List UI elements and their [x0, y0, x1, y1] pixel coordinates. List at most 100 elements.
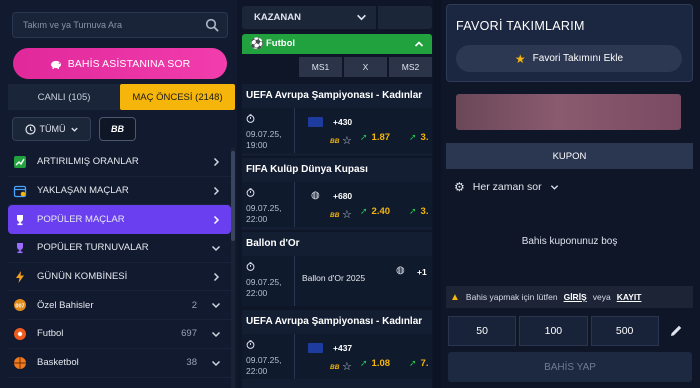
event-body: 09.07.25, 22:00 Ballon d'Or 2025 ◍ +1 — [242, 256, 432, 306]
menu-item-upcoming-matches[interactable]: YAKLAŞAN MAÇLAR — [8, 177, 231, 206]
favorite-star-icon[interactable]: ☆ — [342, 134, 352, 147]
event-date: 09.07.25, — [246, 277, 282, 287]
search-input[interactable] — [13, 13, 203, 37]
more-markets-count[interactable]: +1 — [417, 267, 427, 277]
divider — [294, 182, 295, 227]
odd-value: 3. — [420, 206, 429, 217]
market-label: KAZANAN — [254, 12, 301, 23]
add-favorite-team-button[interactable]: ★ Favori Takımını Ekle — [456, 45, 682, 72]
tab-prematch[interactable]: MAÇ ÖNCESİ (2148) — [120, 84, 235, 110]
bet-builder-filter-button[interactable]: BB — [99, 117, 136, 141]
trophy-icon — [12, 212, 28, 228]
favorite-star-icon[interactable]: ☆ — [342, 360, 352, 373]
sidebar-scrollbar[interactable] — [231, 148, 235, 388]
scrollbar-thumb[interactable] — [231, 151, 235, 241]
menu-item-label: GÜNÜN KOMBİNESİ — [37, 271, 128, 283]
event-card[interactable]: UEFA Avrupa Şampiyonası - Kadınlar 09.07… — [242, 84, 432, 156]
login-warning: ▲ Bahis yapmak için lütfen GİRİŞ veya KA… — [446, 286, 693, 308]
globe-icon: ◍ — [311, 190, 320, 201]
filter-bar: TÜMÜ BB — [12, 117, 136, 141]
event-card[interactable]: Ballon d'Or 09.07.25, 22:00 Ballon d'Or 2… — [242, 232, 432, 306]
gear-icon: ⚙ — [454, 180, 465, 194]
more-markets-count[interactable]: +430 — [333, 117, 352, 127]
more-markets-count[interactable]: +437 — [333, 343, 352, 353]
odd-ms1[interactable]: ➚ 1.08 — [360, 358, 390, 369]
login-link[interactable]: GİRİŞ — [564, 292, 587, 302]
event-date: 09.07.25, — [246, 203, 282, 213]
menu-item-popular-tournaments[interactable]: POPÜLER TURNUVALAR — [8, 234, 231, 263]
menu-item-label: YAKLAŞAN MAÇLAR — [37, 185, 129, 197]
pencil-icon — [671, 325, 682, 336]
odd-x[interactable]: ➚ 7. — [409, 358, 428, 369]
event-card[interactable]: UEFA Avrupa Şampiyonası - Kadınlar 09.07… — [242, 310, 432, 388]
menu-item-label: Futbol — [37, 328, 64, 340]
menu-item-boosted-odds[interactable]: ARTIRILMIŞ ORANLAR — [8, 148, 231, 177]
divider — [376, 6, 378, 29]
search-icon[interactable] — [205, 18, 219, 32]
stake-100-button[interactable]: 100 — [519, 316, 588, 346]
column-header-ms1: MS1 — [299, 57, 342, 77]
odd-ms1[interactable]: ➚ 2.40 — [360, 206, 390, 217]
betting-assistant-label: BAHİS ASİSTANINA SOR — [67, 57, 191, 70]
clock-icon — [246, 340, 255, 349]
stake-50-button[interactable]: 50 — [448, 316, 517, 346]
register-link[interactable]: KAYIT — [617, 292, 642, 302]
empty-coupon-text: Bahis kuponunuz boş — [521, 236, 618, 247]
odds-change-setting[interactable]: ⚙ Her zaman sor — [454, 180, 559, 194]
basketball-icon — [12, 355, 28, 371]
event-time: 19:00 — [246, 140, 268, 150]
menu-item-label: POPÜLER MAÇLAR — [37, 214, 125, 226]
edit-stakes-button[interactable] — [662, 316, 691, 346]
odds-column-headers: MS1 X MS2 — [299, 57, 432, 77]
event-card[interactable]: FIFA Kulüp Dünya Kupası 09.07.25, 22:00 ◍… — [242, 158, 432, 230]
chevron-right-icon — [213, 157, 220, 166]
promo-banner[interactable] — [456, 94, 681, 130]
menu-item-popular-matches[interactable]: POPÜLER MAÇLAR — [8, 205, 231, 235]
clock-icon — [246, 188, 255, 197]
odd-x[interactable]: ➚ 3. — [409, 132, 428, 143]
more-markets-count[interactable]: +680 — [333, 191, 352, 201]
chevron-down-icon — [211, 245, 221, 251]
odds-trend-icon: ➚ — [409, 206, 417, 216]
sport-header-football[interactable]: ⚽ Futbol — [242, 34, 432, 54]
stake-500-button[interactable]: 500 — [590, 316, 659, 346]
menu-item-football[interactable]: Futbol 697 — [8, 320, 231, 349]
betting-assistant-button[interactable]: BAHİS ASİSTANINA SOR — [13, 48, 227, 79]
chevron-up-icon — [414, 41, 424, 47]
lightning-icon — [12, 269, 28, 285]
menu-item-special-bets[interactable]: 007 Özel Bahisler 2 — [8, 291, 231, 321]
odd-value: 1.87 — [371, 132, 391, 143]
tab-coupon[interactable]: KUPON — [446, 143, 693, 169]
menu-item-count: 38 — [186, 357, 197, 369]
bet-builder-icon: BB — [330, 138, 340, 145]
divider — [294, 334, 295, 379]
event-date: 09.07.25, — [246, 129, 282, 139]
star-icon: ★ — [514, 51, 526, 66]
menu-item-combo-of-the-day[interactable]: GÜNÜN KOMBİNESİ — [8, 263, 231, 292]
chevron-down-icon — [550, 184, 558, 190]
tab-live[interactable]: CANLI (105) — [8, 84, 120, 110]
events-scrollbar[interactable] — [433, 0, 441, 388]
clock-icon — [24, 123, 36, 135]
chevron-down-icon — [357, 14, 366, 21]
events-column: KAZANAN ⚽ Futbol MS1 X MS2 UEFA Avrupa Ş… — [241, 0, 433, 388]
odds-trend-icon: ➚ — [409, 132, 417, 142]
menu-item-basketball[interactable]: Basketbol 38 — [8, 349, 231, 378]
clock-icon — [246, 262, 255, 271]
event-body: 09.07.25, 19:00 +430 BB ☆ ➚ 1.87 ➚ 3. — [242, 108, 432, 153]
outright-name: Ballon d'Or 2025 — [302, 273, 366, 283]
event-body: 09.07.25, 22:00 +437 BB ☆ ➚ 1.08 ➚ 7. — [242, 334, 432, 379]
special-bets-icon: 007 — [12, 297, 28, 313]
time-filter-dropdown[interactable]: TÜMÜ — [12, 117, 91, 141]
market-selector[interactable]: KAZANAN — [242, 6, 432, 29]
chevron-right-icon — [213, 272, 220, 281]
menu-item-label: Özel Bahisler — [37, 299, 94, 311]
place-bet-button[interactable]: BAHİS YAP — [448, 352, 692, 382]
football-icon — [12, 326, 28, 342]
odd-x[interactable]: ➚ 3. — [409, 206, 428, 217]
time-filter-label: TÜMÜ — [39, 124, 66, 134]
odd-ms1[interactable]: ➚ 1.87 — [360, 132, 390, 143]
favorite-star-icon[interactable]: ☆ — [342, 208, 352, 221]
menu-item-label: ARTIRILMIŞ ORANLAR — [37, 156, 139, 168]
warning-text: Bahis yapmak için lütfen — [465, 292, 558, 302]
